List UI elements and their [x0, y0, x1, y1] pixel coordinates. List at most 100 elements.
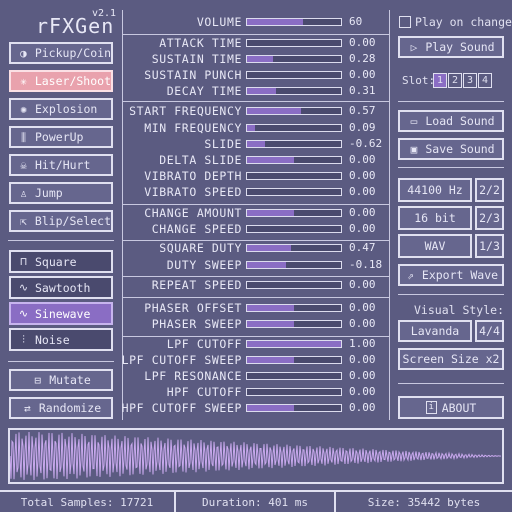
- bit-depth-dropdown[interactable]: 16 bit: [398, 206, 472, 230]
- wave-label: Sinewave: [35, 306, 91, 321]
- param-value-decay-time: 0.31: [349, 84, 376, 97]
- sawtooth-wave-icon: ∿: [18, 281, 29, 294]
- play-on-change-checkbox[interactable]: [399, 16, 411, 28]
- param-label-square-duty: SQUARE DUTY: [159, 241, 242, 255]
- generator-button-powerup[interactable]: ⫼ PowerUp: [9, 126, 113, 148]
- param-slider-delta-slide[interactable]: [246, 156, 342, 164]
- param-value-delta-slide: 0.00: [349, 153, 376, 166]
- param-slider-lpf-cutoff-sweep[interactable]: [246, 356, 342, 364]
- format-dropdown[interactable]: WAV: [398, 234, 472, 258]
- waveform-display: [8, 428, 504, 484]
- param-value-duty-sweep: -0.18: [349, 258, 383, 271]
- param-slider-slide[interactable]: [246, 140, 342, 148]
- param-label-hpf-cutoff-sweep: HPF CUTOFF SWEEP: [121, 401, 242, 415]
- sample-rate-index[interactable]: 2/2: [475, 178, 504, 202]
- param-slider-start-frequency[interactable]: [246, 107, 342, 115]
- generator-button-jump[interactable]: ♙ Jump: [9, 182, 113, 204]
- param-label-min-frequency: MIN FREQUENCY: [144, 121, 242, 135]
- load-icon: ▭: [410, 114, 418, 128]
- param-slider-square-duty[interactable]: [246, 244, 342, 252]
- param-slider-change-amount[interactable]: [246, 209, 342, 217]
- generator-label: Explosion: [35, 102, 98, 116]
- param-slider-lpf-resonance[interactable]: [246, 372, 342, 380]
- param-label-decay-time: DECAY TIME: [166, 84, 242, 98]
- param-slider-phaser-offset[interactable]: [246, 304, 342, 312]
- wave-button-noise[interactable]: ⫶ Noise: [9, 328, 113, 351]
- param-slider-repeat-speed[interactable]: [246, 281, 342, 289]
- sample-rate-dropdown[interactable]: 44100 Hz: [398, 178, 472, 202]
- slot-1[interactable]: 1: [433, 73, 447, 88]
- square-wave-icon: ⊓: [20, 255, 27, 268]
- format-index[interactable]: 1/3: [475, 234, 504, 258]
- param-slider-sustain-time[interactable]: [246, 55, 342, 63]
- param-slider-phaser-sweep[interactable]: [246, 320, 342, 328]
- slider-fill: [247, 56, 274, 62]
- param-slider-duty-sweep[interactable]: [246, 261, 342, 269]
- slot-4[interactable]: 4: [478, 73, 492, 88]
- randomize-button[interactable]: ⇄ Randomize: [9, 397, 113, 419]
- param-value-change-speed: 0.00: [349, 222, 376, 235]
- param-slider-min-frequency[interactable]: [246, 124, 342, 132]
- sine-wave-icon: ∿: [18, 307, 29, 320]
- param-label-hpf-cutoff: HPF CUTOFF: [166, 385, 242, 399]
- slider-fill: [247, 141, 265, 147]
- play-sound-button[interactable]: ▷ Play Sound: [398, 36, 504, 58]
- param-value-vibrato-depth: 0.00: [349, 169, 376, 182]
- laser-icon: ✳: [20, 74, 27, 88]
- generator-button-blip-select[interactable]: ⇱ Blip/Select: [9, 210, 113, 232]
- param-label-sustain-time: SUSTAIN TIME: [151, 52, 242, 66]
- param-value-lpf-cutoff: 1.00: [349, 337, 376, 350]
- param-value-slide: -0.62: [349, 137, 383, 150]
- wave-button-sinewave[interactable]: ∿ Sinewave: [9, 302, 113, 325]
- param-value-attack-time: 0.00: [349, 36, 376, 49]
- slot-3[interactable]: 3: [463, 73, 477, 88]
- param-value-sustain-time: 0.28: [349, 52, 376, 65]
- randomize-label: Randomize: [38, 401, 102, 415]
- param-slider-lpf-cutoff[interactable]: [246, 340, 342, 348]
- bit-depth-index[interactable]: 2/3: [475, 206, 504, 230]
- screen-size-toggle[interactable]: Screen Size x2: [398, 348, 504, 370]
- param-slider-hpf-cutoff[interactable]: [246, 388, 342, 396]
- load-sound-label: Load Sound: [425, 114, 495, 128]
- about-button[interactable]: i ABOUT: [398, 396, 504, 419]
- param-slider-change-speed[interactable]: [246, 225, 342, 233]
- generator-button-pickup-coin[interactable]: ◑ Pickup/Coin: [9, 42, 113, 64]
- slider-fill: [247, 210, 294, 216]
- param-label-volume: VOLUME: [196, 15, 242, 29]
- generator-button-laser-shoot[interactable]: ✳ Laser/Shoot: [9, 70, 113, 92]
- param-label-duty-sweep: DUTY SWEEP: [166, 258, 242, 272]
- mutate-button[interactable]: ⊟ Mutate: [9, 369, 113, 391]
- load-sound-button[interactable]: ▭ Load Sound: [398, 110, 504, 132]
- wave-button-square[interactable]: ⊓ Square: [9, 250, 113, 273]
- mutate-icon: ⊟: [34, 373, 42, 387]
- param-value-hpf-cutoff-sweep: 0.00: [349, 401, 376, 414]
- play-sound-label: Play Sound: [425, 40, 495, 54]
- slot-2[interactable]: 2: [448, 73, 462, 88]
- export-wave-button[interactable]: ⇗ Export Wave: [398, 264, 504, 286]
- param-slider-vibrato-speed[interactable]: [246, 188, 342, 196]
- generator-label: Blip/Select: [34, 214, 111, 228]
- param-slider-vibrato-depth[interactable]: [246, 172, 342, 180]
- generator-label: PowerUp: [35, 130, 84, 144]
- param-slider-volume[interactable]: [246, 18, 342, 26]
- style-dropdown[interactable]: Lavanda: [398, 320, 472, 342]
- slider-fill: [247, 341, 341, 347]
- generator-label: Hit/Hurt: [35, 158, 91, 172]
- param-slider-sustain-punch[interactable]: [246, 71, 342, 79]
- param-label-vibrato-depth: VIBRATO DEPTH: [144, 169, 242, 183]
- save-sound-button[interactable]: ▣ Save Sound: [398, 138, 504, 160]
- param-slider-hpf-cutoff-sweep[interactable]: [246, 404, 342, 412]
- generator-button-hit-hurt[interactable]: ☠ Hit/Hurt: [9, 154, 113, 176]
- slider-fill: [247, 88, 277, 94]
- param-label-change-amount: CHANGE AMOUNT: [144, 206, 242, 220]
- explosion-icon: ✺: [20, 102, 27, 116]
- generator-button-explosion[interactable]: ✺ Explosion: [9, 98, 113, 120]
- param-label-attack-time: ATTACK TIME: [159, 36, 242, 50]
- save-icon: ▣: [410, 142, 418, 156]
- param-slider-decay-time[interactable]: [246, 87, 342, 95]
- param-value-square-duty: 0.47: [349, 241, 376, 254]
- wave-button-sawtooth[interactable]: ∿ Sawtooth: [9, 276, 113, 299]
- slider-fill: [247, 19, 304, 25]
- param-slider-attack-time[interactable]: [246, 39, 342, 47]
- style-index[interactable]: 4/4: [475, 320, 504, 342]
